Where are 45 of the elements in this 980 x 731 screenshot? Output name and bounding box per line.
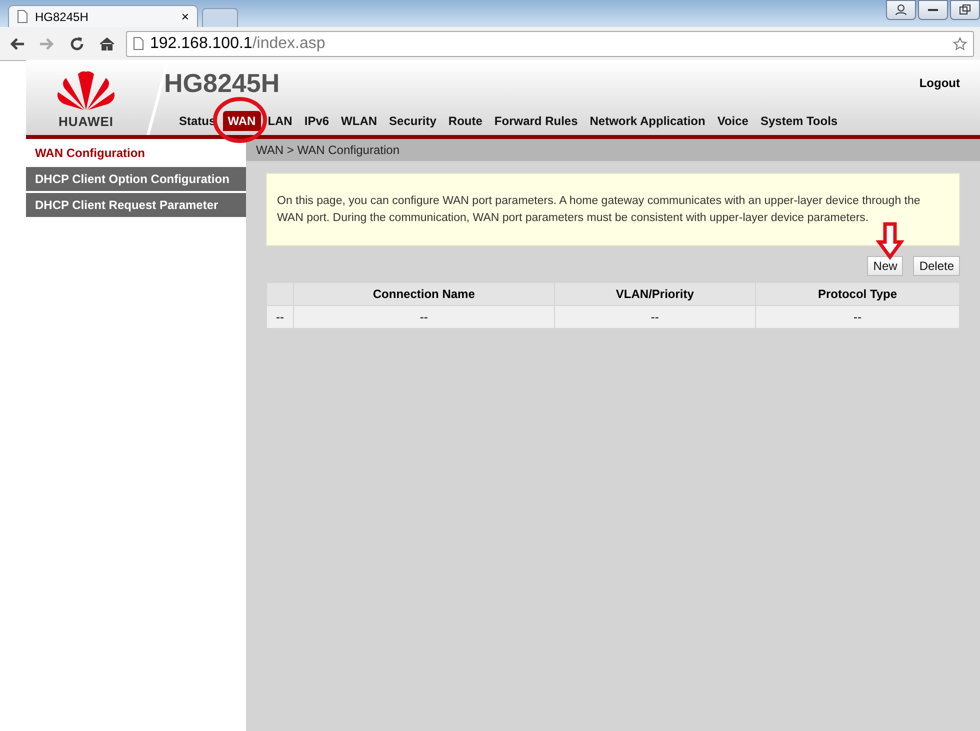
model-title: HG8245H [164, 68, 280, 99]
table-cell: -- [554, 306, 756, 328]
nav-tab[interactable]: WAN [222, 111, 261, 131]
url-text: 192.168.100.1/index.asp [150, 34, 326, 52]
page-icon [17, 10, 28, 23]
page-icon [133, 37, 144, 50]
sidebar-item[interactable]: DHCP Client Option Configuration [26, 167, 246, 191]
bookmark-star-icon[interactable] [953, 36, 967, 50]
column-header: Protocol Type [756, 282, 960, 306]
down-arrow-icon [876, 222, 904, 260]
minimize-icon [928, 9, 938, 11]
minimize-button[interactable] [918, 0, 948, 20]
table-cell: -- [294, 306, 554, 328]
close-tab-button[interactable]: × [181, 9, 189, 24]
nav-tab[interactable]: Route [443, 111, 488, 131]
user-icon [895, 4, 907, 16]
delete-button[interactable]: Delete [913, 256, 960, 276]
restore-button[interactable] [950, 0, 980, 20]
logout-link[interactable]: Logout [919, 76, 960, 90]
table-cell: -- [756, 306, 960, 328]
sidebar-item[interactable]: DHCP Client Request Parameter [26, 193, 246, 217]
breadcrumb: WAN > WAN Configuration [246, 139, 980, 161]
reload-icon[interactable] [69, 36, 85, 52]
back-icon[interactable] [9, 36, 25, 52]
highlight-circle [212, 96, 268, 144]
home-icon[interactable] [99, 36, 115, 52]
nav-tab[interactable]: Forward Rules [489, 111, 583, 131]
nav-tab[interactable]: IPv6 [299, 111, 334, 131]
nav-tab[interactable]: LAN [262, 111, 298, 131]
nav-tab[interactable]: WLAN [336, 111, 382, 131]
nav-tab[interactable]: Security [384, 111, 442, 131]
restore-icon [959, 4, 971, 16]
nav-tab[interactable]: Voice [712, 111, 754, 131]
brand-name: HUAWEI [58, 114, 114, 129]
address-bar[interactable]: 192.168.100.1/index.asp [126, 30, 974, 56]
nav-tab[interactable]: System Tools [755, 111, 843, 131]
user-button[interactable] [886, 0, 916, 20]
new-button[interactable]: New [867, 256, 904, 276]
column-header: VLAN/Priority [554, 282, 756, 306]
browser-tab[interactable]: HG8245H × [8, 5, 198, 27]
logo-icon [56, 70, 116, 110]
column-header: Connection Name [294, 282, 554, 306]
table-cell: -- [266, 306, 294, 328]
nav-tab[interactable]: Network Application [584, 111, 710, 131]
info-notice: On this page, you can configure WAN port parameters. A home gateway communicates with an upper-layer device through the WAN port. During the communication, WAN port parameters must be consistent with upper-layer device parameters. [266, 173, 960, 246]
